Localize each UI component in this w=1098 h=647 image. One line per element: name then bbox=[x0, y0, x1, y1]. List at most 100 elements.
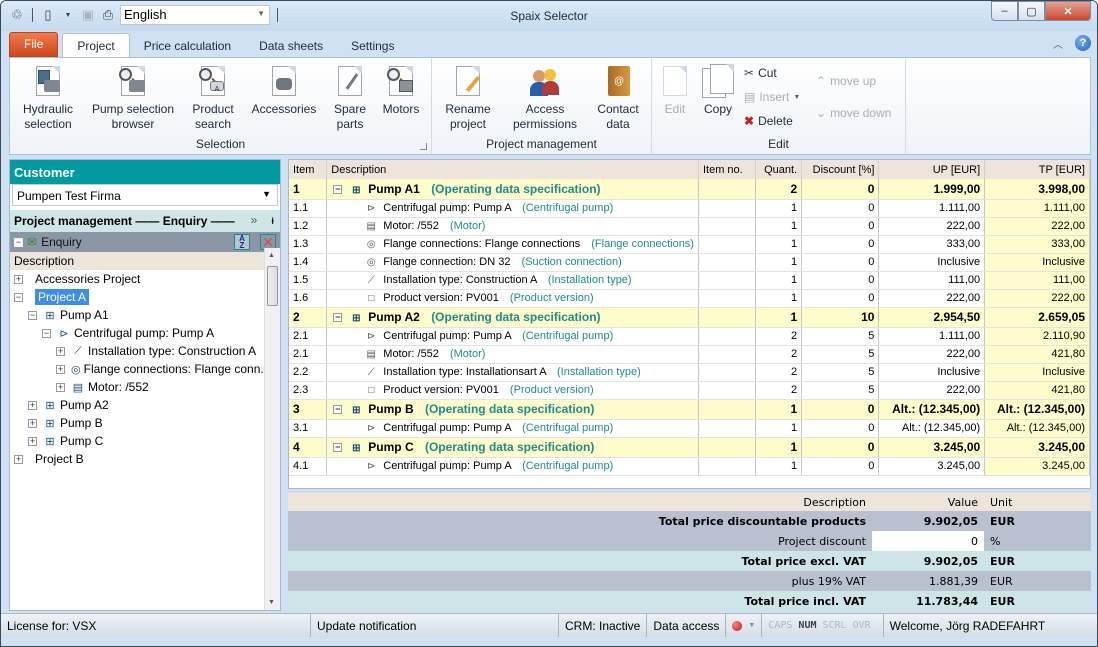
column-header-item[interactable]: Item bbox=[289, 160, 328, 179]
tree-node[interactable]: + ◎ Flange connections: Flange conn... bbox=[10, 360, 270, 378]
rename-project-button[interactable]: Rename project bbox=[440, 66, 496, 132]
grid-group-row[interactable]: 4− ⊞ Pump C (Operating data specification)… bbox=[289, 437, 1090, 458]
accessories-button[interactable]: Accessories bbox=[246, 66, 322, 117]
dialog-launcher-icon[interactable] bbox=[420, 143, 427, 150]
product-search-button[interactable]: A Product search bbox=[184, 66, 242, 132]
collapse-chevrons-icon[interactable]: » bbox=[251, 213, 258, 227]
tree-node[interactable]: + ⟋ Installation type: Construction A bbox=[10, 342, 266, 360]
tab-file[interactable]: File bbox=[9, 32, 59, 57]
collapse-ribbon-icon[interactable]: ︿ bbox=[1053, 36, 1063, 51]
help-icon[interactable]: ? bbox=[1075, 35, 1091, 51]
enquiry-row[interactable]: − ✉ Enquiry AZ ✕ bbox=[10, 232, 280, 252]
expand-icon[interactable]: + bbox=[56, 364, 65, 374]
project-discount-input[interactable]: 0 bbox=[872, 531, 984, 551]
insert-button[interactable]: ▤ Insert ▼ bbox=[744, 90, 800, 104]
column-header-item-no[interactable]: Item no. bbox=[698, 160, 757, 179]
update-notification[interactable]: Update notification bbox=[311, 614, 559, 637]
data-access-status[interactable]: Data access bbox=[647, 614, 727, 637]
move-down-button[interactable]: ⌄ move down bbox=[816, 106, 891, 120]
tree-node[interactable]: − ⊳ Centrifugal pump: Pump A bbox=[10, 324, 266, 342]
tab-price-calculation[interactable]: Price calculation bbox=[130, 34, 245, 57]
sort-az-icon[interactable]: AZ bbox=[234, 234, 250, 250]
column-header-total-price[interactable]: TP [EUR] bbox=[984, 160, 1090, 179]
grid-row[interactable]: 1.4 ◎ Flange connection: DN 32 (Suction co… bbox=[289, 253, 1090, 272]
contact-data-button[interactable]: @ Contact data bbox=[592, 66, 644, 132]
tree-node[interactable]: − Project A bbox=[10, 288, 266, 306]
grid-row[interactable]: 2.1 ▤ Motor: /552 (Motor) 2 5 222,00 421,80 bbox=[289, 345, 1090, 364]
column-header-quantity[interactable]: Quant. bbox=[755, 160, 803, 179]
tree-node[interactable]: − ⊞ Pump A1 bbox=[10, 306, 266, 324]
scrollbar-thumb[interactable] bbox=[267, 266, 278, 306]
collapse-icon[interactable]: − bbox=[333, 313, 343, 323]
expand-icon[interactable]: + bbox=[28, 418, 37, 428]
grid-row[interactable]: 2.3 □ Product version: PV001 (Product vers… bbox=[289, 381, 1090, 400]
grid-row[interactable]: 1.3 ◎ Flange connections: Flange connectio… bbox=[289, 235, 1090, 254]
motors-button[interactable]: Motors bbox=[378, 66, 424, 117]
tree-node[interactable]: + ⊞ Pump C bbox=[10, 432, 266, 450]
minimize-button[interactable]: – bbox=[991, 1, 1018, 21]
grid-row[interactable]: 1.6 □ Product version: PV001 (Product vers… bbox=[289, 289, 1090, 308]
cut-button[interactable]: ✂ Cut bbox=[744, 66, 777, 80]
collapse-icon[interactable]: − bbox=[14, 237, 23, 247]
collapse-icon[interactable]: − bbox=[333, 185, 343, 195]
column-header-unit-price[interactable]: UP [EUR] bbox=[878, 160, 986, 179]
expand-icon[interactable]: + bbox=[56, 346, 65, 356]
cell-total-price: 3.998,00 bbox=[984, 179, 1090, 200]
cell-quantity: 1 bbox=[755, 253, 803, 272]
grid-group-row[interactable]: 1− ⊞ Pump A1 (Operating data specification… bbox=[289, 179, 1090, 200]
scroll-down-icon[interactable]: ▼ bbox=[268, 599, 275, 606]
collapse-icon[interactable]: − bbox=[333, 405, 343, 415]
column-header-discount[interactable]: Discount [%] bbox=[801, 160, 880, 179]
copy-button[interactable]: Copy bbox=[698, 64, 738, 117]
cell-item-no bbox=[698, 437, 757, 458]
cell-item: 4.1 bbox=[289, 457, 328, 476]
collapse-icon[interactable]: − bbox=[14, 292, 23, 302]
expand-icon[interactable]: + bbox=[28, 436, 37, 446]
tree-node[interactable]: + ▤ Motor: /552 bbox=[10, 378, 266, 396]
grid-row[interactable]: 3.1 ⊳ Centrifugal pump: Pump A (Centrifuga… bbox=[289, 419, 1090, 438]
grid-group-row[interactable]: 2− ⊞ Pump A2 (Operating data specification… bbox=[289, 307, 1090, 328]
tree-scrollbar[interactable]: ▲ ▼ bbox=[264, 248, 280, 610]
tab-project[interactable]: Project bbox=[62, 33, 130, 57]
tree-node[interactable]: + Accessories Project bbox=[10, 270, 266, 288]
product-version-icon: □ bbox=[368, 385, 375, 396]
cell-item: 1.3 bbox=[289, 235, 328, 254]
tab-settings[interactable]: Settings bbox=[337, 34, 408, 57]
grid-row[interactable]: 2.1 ⊳ Centrifugal pump: Pump A (Centrifuga… bbox=[289, 327, 1090, 346]
spare-parts-button[interactable]: Spare parts bbox=[328, 66, 372, 132]
delete-button[interactable]: ✖ Delete bbox=[744, 114, 793, 128]
grid-group-row[interactable]: 3− ⊞ Pump B (Operating data specification)… bbox=[289, 399, 1090, 420]
collapse-icon[interactable]: − bbox=[333, 443, 343, 453]
hydraulic-selection-button[interactable]: Hydraulic selection bbox=[16, 66, 80, 132]
grid-row[interactable]: 1.1 ⊳ Centrifugal pump: Pump A (Centrifuga… bbox=[289, 199, 1090, 218]
grid-row[interactable]: 1.5 ⟋ Installation type: Construction A (I… bbox=[289, 271, 1090, 290]
tree-node[interactable]: + Project B bbox=[10, 450, 266, 468]
expand-icon[interactable]: + bbox=[14, 274, 23, 284]
pin-icon[interactable]: ᵼ bbox=[271, 213, 274, 227]
grid-row[interactable]: 4.1 ⊳ Centrifugal pump: Pump A (Centrifuga… bbox=[289, 457, 1090, 476]
grid-row[interactable]: 2.2 ⟋ Installation type: Installationsart … bbox=[289, 363, 1090, 382]
scroll-up-icon[interactable]: ▲ bbox=[268, 252, 275, 259]
collapse-icon[interactable]: − bbox=[42, 328, 51, 338]
grid-row[interactable]: 1.2 ▤ Motor: /552 (Motor) 1 0 222,00 222,00 bbox=[289, 217, 1090, 236]
move-up-button[interactable]: ⌃ move up bbox=[816, 74, 876, 88]
collapse-icon[interactable]: − bbox=[28, 310, 37, 320]
pump-selection-browser-button[interactable]: Pump selection browser bbox=[86, 66, 180, 132]
connection-status[interactable]: ▼ bbox=[726, 614, 763, 637]
expand-icon[interactable]: + bbox=[56, 382, 65, 392]
expand-icon[interactable]: + bbox=[14, 454, 23, 464]
tab-data-sheets[interactable]: Data sheets bbox=[245, 34, 337, 57]
edit-button[interactable]: Edit bbox=[658, 66, 692, 117]
cell-discount: 10 bbox=[801, 307, 880, 328]
close-button[interactable]: ✕ bbox=[1045, 1, 1091, 21]
tree-node[interactable]: + ⊞ Pump B bbox=[10, 414, 266, 432]
hydraulic-selection-icon bbox=[32, 66, 64, 98]
centrifugal-pump-icon: ⊳ bbox=[367, 461, 376, 472]
column-header-description[interactable]: Description bbox=[326, 160, 699, 179]
customer-select[interactable]: Pumpen Test Firma ▼ bbox=[12, 184, 278, 206]
expand-icon[interactable]: + bbox=[28, 400, 37, 410]
access-permissions-button[interactable]: Access permissions bbox=[504, 66, 586, 132]
maximize-button[interactable]: ▢ bbox=[1018, 1, 1045, 21]
crm-status[interactable]: CRM: Inactive bbox=[559, 614, 648, 637]
tree-node[interactable]: + ⊞ Pump A2 bbox=[10, 396, 266, 414]
